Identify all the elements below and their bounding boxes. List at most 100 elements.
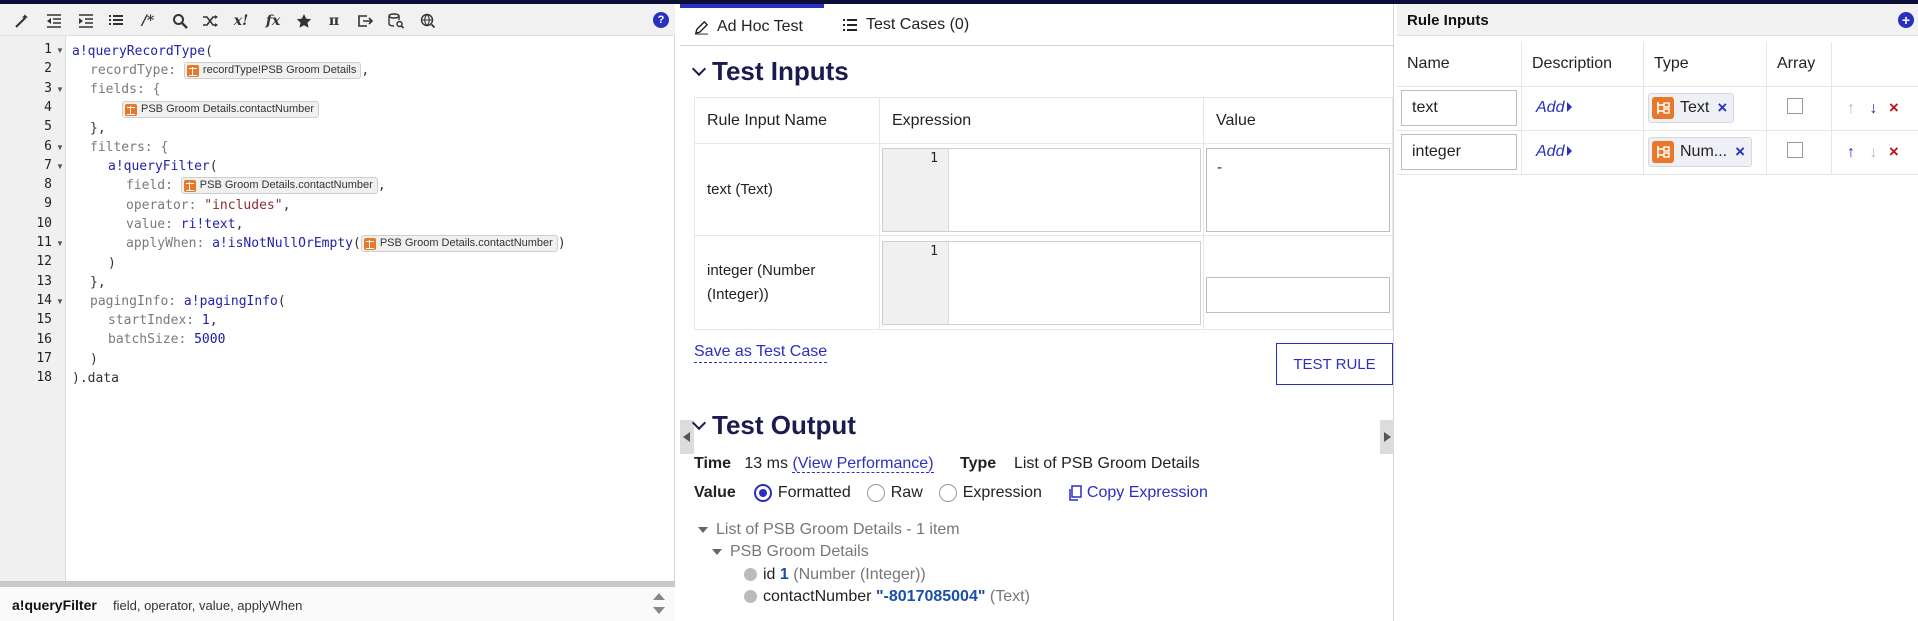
line-number: 10 bbox=[36, 215, 52, 231]
code-line: ).data bbox=[72, 371, 119, 386]
view-performance-link[interactable]: (View Performance) bbox=[792, 455, 934, 473]
test-inputs-table: Rule Input Name Expression Value text (T… bbox=[694, 97, 1393, 330]
scroll-down-icon[interactable] bbox=[653, 607, 665, 614]
outdent-icon[interactable] bbox=[44, 11, 64, 31]
record-field-icon bbox=[363, 237, 376, 250]
record-field-token[interactable]: PSB Groom Details.contactNumber bbox=[122, 101, 320, 118]
rule-input-name-field[interactable]: text bbox=[1401, 90, 1517, 126]
remove-type-icon[interactable]: × bbox=[1735, 142, 1745, 162]
shuffle-icon[interactable] bbox=[200, 11, 220, 31]
value-field[interactable]: - bbox=[1206, 147, 1390, 232]
globe-search-icon[interactable] bbox=[418, 11, 438, 31]
bullet-icon bbox=[744, 568, 757, 582]
table-row: text (Text) 1 - bbox=[694, 143, 1393, 236]
fold-toggle-icon[interactable]: ▼ bbox=[56, 297, 64, 306]
move-down-icon: ↓ bbox=[1869, 144, 1878, 161]
value-cell: - bbox=[1203, 143, 1393, 236]
line-number: 6 bbox=[44, 138, 52, 154]
test-pane: Ad Hoc Test Test Cases (0) Test Inputs R… bbox=[680, 4, 1394, 621]
test-rule-button[interactable]: TEST RULE bbox=[1276, 343, 1393, 385]
column-header-actions bbox=[1831, 42, 1918, 87]
expression-editor[interactable]: 1 bbox=[882, 147, 1201, 232]
delete-icon[interactable]: × bbox=[1889, 98, 1899, 117]
result-tree-item[interactable]: PSB Groom Details bbox=[712, 543, 869, 561]
type-picker[interactable]: Num... × bbox=[1648, 136, 1753, 167]
line-number: 18 bbox=[36, 370, 52, 386]
line-number: 15 bbox=[36, 312, 52, 328]
test-inputs-header[interactable]: Test Inputs bbox=[691, 56, 849, 87]
move-down-icon[interactable]: ↓ bbox=[1864, 100, 1882, 118]
search-icon[interactable] bbox=[170, 11, 190, 31]
fold-toggle-icon[interactable]: ▼ bbox=[56, 162, 64, 171]
database-search-icon[interactable] bbox=[386, 11, 406, 31]
scroll-up-icon[interactable] bbox=[653, 593, 665, 600]
rule-inputs-table: Name Description Type Array text Add Tex… bbox=[1397, 42, 1918, 175]
line-number-gutter: 1 bbox=[883, 241, 949, 324]
fold-toggle-icon[interactable]: ▼ bbox=[56, 46, 64, 55]
variable-icon[interactable]: x! bbox=[231, 11, 251, 31]
magic-wand-icon[interactable] bbox=[12, 11, 32, 31]
code-line: a!queryRecordType( bbox=[72, 44, 213, 59]
table-row: text Add Text × ↑ ↓ × bbox=[1397, 86, 1918, 131]
record-type-token[interactable]: recordType!PSB Groom Details bbox=[183, 62, 362, 79]
expression-editor[interactable]: 1 bbox=[882, 240, 1201, 325]
star-icon[interactable] bbox=[294, 11, 314, 31]
line-number: 1 bbox=[44, 42, 52, 57]
code-line: recordType: recordType!PSB Groom Details… bbox=[90, 62, 370, 79]
collapse-right-button[interactable] bbox=[1380, 420, 1394, 454]
fold-toggle-icon[interactable]: ▼ bbox=[56, 143, 64, 152]
chevron-left-icon bbox=[683, 432, 690, 442]
function-icon[interactable]: fx bbox=[263, 11, 283, 31]
line-number: 3 bbox=[44, 80, 52, 96]
copy-expression-link[interactable]: Copy Expression bbox=[1068, 484, 1208, 502]
column-header: Description bbox=[1521, 42, 1644, 87]
fold-toggle-icon[interactable]: ▼ bbox=[56, 85, 64, 94]
move-up-icon[interactable]: ↑ bbox=[1842, 144, 1860, 162]
constant-pi-icon[interactable]: π bbox=[324, 11, 344, 31]
record-type-icon bbox=[186, 64, 199, 77]
column-header: Value bbox=[1203, 97, 1393, 144]
time-value: 13 ms bbox=[744, 455, 788, 472]
code-line: fields: { bbox=[90, 82, 161, 97]
export-icon[interactable] bbox=[355, 11, 375, 31]
fold-toggle-icon[interactable]: ▼ bbox=[56, 239, 64, 248]
array-checkbox[interactable] bbox=[1787, 97, 1803, 114]
remove-type-icon[interactable]: × bbox=[1717, 98, 1727, 118]
expression-editor-pane: /* x! fx π ? 1 ▼ 2 3 ▼ 4 5 6 ▼ 7 ▼ 8 9 10 11 ▼ 12 13 14 ▼ 15… bbox=[0, 4, 675, 621]
code-area[interactable]: a!queryRecordType( recordType: recordTyp… bbox=[72, 36, 672, 581]
line-number: 8 bbox=[44, 177, 52, 193]
comment-icon[interactable]: /* bbox=[138, 11, 158, 31]
line-number: 14 bbox=[36, 292, 52, 308]
line-number: 16 bbox=[36, 331, 52, 347]
result-tree-root[interactable]: List of PSB Groom Details - 1 item bbox=[698, 521, 960, 539]
radio-formatted[interactable]: Formatted bbox=[753, 484, 851, 502]
value-field[interactable] bbox=[1206, 276, 1390, 313]
save-as-test-case-link[interactable]: Save as Test Case bbox=[694, 342, 828, 363]
add-description-link[interactable]: Add bbox=[1536, 99, 1573, 116]
code-line: }, bbox=[90, 275, 106, 290]
time-label: Time bbox=[694, 455, 732, 472]
record-field-token[interactable]: PSB Groom Details.contactNumber bbox=[180, 177, 378, 194]
list-icon bbox=[843, 19, 857, 31]
code-line: startIndex: 1, bbox=[108, 313, 218, 328]
tab-ad-hoc-test[interactable]: Ad Hoc Test bbox=[680, 4, 824, 46]
delete-icon[interactable]: × bbox=[1889, 142, 1899, 161]
radio-expression[interactable]: Expression bbox=[938, 484, 1042, 502]
add-description-link[interactable]: Add bbox=[1536, 143, 1573, 160]
tab-test-cases[interactable]: Test Cases (0) bbox=[830, 4, 969, 46]
chevron-down-icon bbox=[691, 415, 707, 430]
list-icon[interactable] bbox=[106, 11, 126, 31]
test-output-header[interactable]: Test Output bbox=[691, 410, 856, 441]
code-line: a!queryFilter( bbox=[108, 159, 218, 174]
array-checkbox[interactable] bbox=[1787, 141, 1803, 158]
type-picker[interactable]: Text × bbox=[1648, 92, 1735, 123]
indent-icon[interactable] bbox=[76, 11, 96, 31]
rule-input-name: integer (Number (Integer)) bbox=[694, 235, 880, 330]
record-field-token[interactable]: PSB Groom Details.contactNumber bbox=[360, 235, 558, 252]
rule-input-name-field[interactable]: integer bbox=[1401, 134, 1517, 170]
add-rule-input-icon[interactable]: + bbox=[1898, 12, 1914, 28]
value-cell bbox=[1203, 235, 1393, 330]
radio-raw[interactable]: Raw bbox=[866, 484, 923, 502]
help-icon[interactable]: ? bbox=[653, 12, 669, 28]
collapse-left-button[interactable] bbox=[680, 420, 694, 454]
